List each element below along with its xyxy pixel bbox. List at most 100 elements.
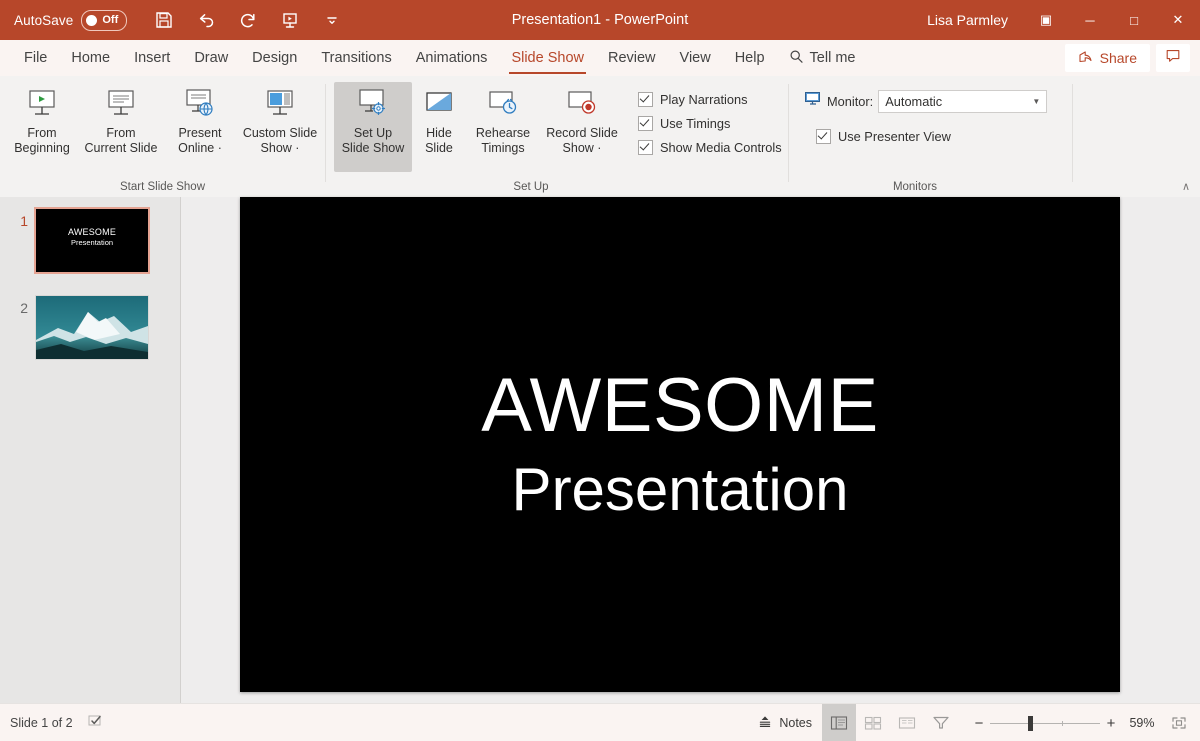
- slide-counter[interactable]: Slide 1 of 2: [10, 716, 73, 730]
- zoom-out-button[interactable]: −: [968, 715, 990, 732]
- tab-home[interactable]: Home: [59, 40, 122, 76]
- tab-file[interactable]: File: [12, 40, 59, 76]
- play-narrations-checkbox-row[interactable]: Play Narrations: [638, 92, 782, 107]
- from-beginning-icon: [24, 86, 60, 122]
- thumbnail-1-subtitle: Presentation: [70, 238, 114, 247]
- slide-thumbnail-pane[interactable]: 1 AWESOME Presentation 2: [0, 197, 181, 703]
- ribbon: From Beginning From Current Slide Presen…: [0, 76, 1200, 198]
- zoom-slider-tick: [1062, 720, 1063, 726]
- notes-button[interactable]: Notes: [747, 714, 822, 733]
- record-slide-show-button[interactable]: Record Slide Show ·: [540, 82, 624, 156]
- monitor-select-row: Monitor: Automatic ▼: [804, 76, 1072, 113]
- tab-insert[interactable]: Insert: [122, 40, 182, 76]
- status-bar: Slide 1 of 2 Notes − + 59%: [0, 703, 1200, 741]
- rehearse-timings-button[interactable]: Rehearse Timings: [466, 82, 540, 156]
- tab-transitions[interactable]: Transitions: [309, 40, 403, 76]
- autosave-state-label: Off: [102, 14, 119, 26]
- redo-icon[interactable]: [235, 7, 261, 33]
- fit-slide-to-window-icon[interactable]: [1162, 704, 1196, 741]
- mountain-photo: [36, 296, 148, 359]
- customize-quick-access-toolbar-icon[interactable]: [319, 7, 345, 33]
- tab-view[interactable]: View: [668, 40, 723, 76]
- autosave-label: AutoSave: [14, 12, 74, 28]
- accessibility-check-icon[interactable]: [87, 713, 103, 734]
- zoom-in-button[interactable]: +: [1100, 715, 1122, 732]
- thumbnail-preview-1[interactable]: AWESOME Presentation: [36, 209, 148, 272]
- tab-animations[interactable]: Animations: [404, 40, 500, 76]
- show-media-controls-checkbox[interactable]: [638, 140, 653, 155]
- share-button[interactable]: Share: [1064, 44, 1150, 72]
- tab-draw[interactable]: Draw: [182, 40, 240, 76]
- set-up-checkbox-list: Play Narrations Use Timings Show Media C…: [638, 82, 782, 155]
- ribbon-display-options-button[interactable]: ▣: [1024, 0, 1068, 40]
- zoom-slider-thumb[interactable]: [1028, 715, 1033, 731]
- use-presenter-view-checkbox-row[interactable]: Use Presenter View: [816, 129, 1072, 144]
- custom-slide-show-button[interactable]: Custom Slide Show ·: [236, 82, 324, 156]
- tab-review[interactable]: Review: [596, 40, 668, 76]
- record-slide-show-dropdown-arrow[interactable]: ·: [594, 141, 601, 155]
- present-online-button[interactable]: Present Online ·: [164, 82, 236, 156]
- set-up-slide-show-button[interactable]: Set Up Slide Show: [334, 82, 412, 172]
- custom-slide-show-label-2: Show: [260, 141, 292, 155]
- thumbnail-item-2[interactable]: 2: [0, 272, 180, 359]
- from-beginning-label-1: From: [27, 126, 57, 140]
- group-caption-monitors: Monitors: [892, 181, 938, 193]
- monitor-icon: [804, 91, 822, 112]
- ribbon-group-set-up: Set Up Slide Show Hide Slide Rehearse Ti…: [326, 76, 788, 197]
- maximize-button[interactable]: □: [1112, 0, 1156, 40]
- tell-me-search[interactable]: Tell me: [777, 49, 868, 68]
- rehearse-timings-label-1: Rehearse: [475, 126, 531, 140]
- undo-icon[interactable]: [193, 7, 219, 33]
- thumbnail-preview-2[interactable]: [36, 296, 148, 359]
- from-current-slide-button[interactable]: From Current Slide: [78, 82, 164, 156]
- use-presenter-view-checkbox[interactable]: [816, 129, 831, 144]
- thumbnail-number-2: 2: [20, 300, 28, 316]
- use-timings-checkbox[interactable]: [638, 116, 653, 131]
- from-current-slide-label-1: From: [106, 126, 136, 140]
- custom-slide-show-dropdown-arrow[interactable]: ·: [292, 141, 299, 155]
- status-bar-left: Slide 1 of 2: [10, 713, 103, 734]
- set-up-slide-show-label-2: Slide Show: [341, 141, 405, 155]
- comments-button[interactable]: [1156, 44, 1190, 72]
- share-icon: [1078, 49, 1093, 67]
- thumbnail-item-1[interactable]: 1 AWESOME Presentation: [0, 197, 180, 272]
- collapse-ribbon-button[interactable]: ∧: [1182, 180, 1190, 193]
- ribbon-group-separator-2: [788, 84, 789, 182]
- autosave-control[interactable]: AutoSave Off: [14, 9, 128, 31]
- title-bar-right: Lisa Parmley ▣ ─ □ ✕: [927, 0, 1200, 40]
- hide-slide-label-2: Slide: [425, 141, 453, 155]
- zoom-slider[interactable]: [990, 715, 1100, 731]
- slide-subtitle-text[interactable]: Presentation: [512, 458, 849, 521]
- start-from-beginning-icon[interactable]: [277, 7, 303, 33]
- account-name[interactable]: Lisa Parmley: [927, 12, 1008, 28]
- tab-slide-show[interactable]: Slide Show: [499, 40, 596, 76]
- play-narrations-checkbox[interactable]: [638, 92, 653, 107]
- hide-slide-icon: [421, 86, 457, 122]
- show-media-controls-checkbox-row[interactable]: Show Media Controls: [638, 140, 782, 155]
- slide-title-text[interactable]: AWESOME: [481, 368, 879, 444]
- hide-slide-button[interactable]: Hide Slide: [412, 82, 466, 156]
- normal-view-button[interactable]: [822, 704, 856, 741]
- reading-view-button[interactable]: [890, 704, 924, 741]
- monitor-dropdown[interactable]: Automatic ▼: [878, 90, 1048, 113]
- use-timings-checkbox-row[interactable]: Use Timings: [638, 116, 782, 131]
- set-up-slide-show-icon: [355, 86, 391, 122]
- rehearse-timings-label-2: Timings: [481, 141, 525, 155]
- status-bar-right: Notes − + 59%: [747, 704, 1200, 741]
- zoom-level-label[interactable]: 59%: [1122, 716, 1162, 730]
- from-beginning-button[interactable]: From Beginning: [6, 82, 78, 156]
- tab-design[interactable]: Design: [240, 40, 309, 76]
- set-up-slide-show-label-1: Set Up: [353, 126, 393, 140]
- slide-sorter-view-button[interactable]: [856, 704, 890, 741]
- slide-editing-view: AWESOME Presentation: [181, 197, 1200, 703]
- tell-me-label: Tell me: [809, 50, 856, 66]
- save-icon[interactable]: [151, 7, 177, 33]
- slide-show-view-button[interactable]: [924, 704, 958, 741]
- comment-icon: [1165, 48, 1181, 69]
- autosave-toggle[interactable]: Off: [81, 9, 128, 31]
- close-button[interactable]: ✕: [1156, 0, 1200, 40]
- tab-help[interactable]: Help: [723, 40, 777, 76]
- present-online-dropdown-arrow[interactable]: ·: [214, 141, 222, 155]
- minimize-button[interactable]: ─: [1068, 0, 1112, 40]
- slide-canvas[interactable]: AWESOME Presentation: [240, 197, 1120, 692]
